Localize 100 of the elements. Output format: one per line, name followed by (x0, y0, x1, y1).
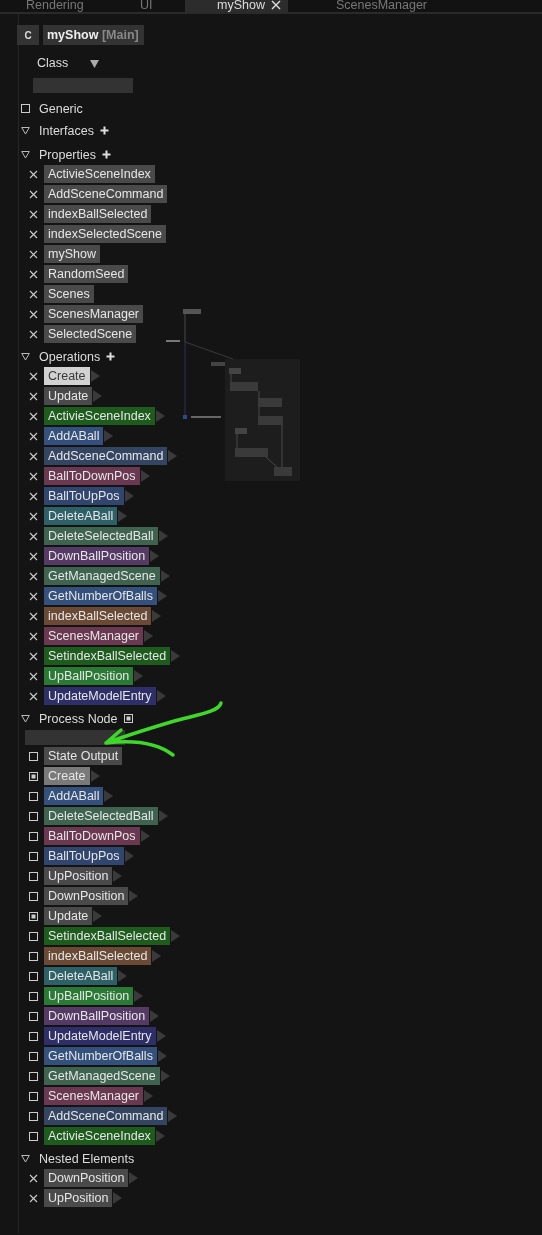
graph-node[interactable] (258, 398, 282, 407)
member-label[interactable]: AddSceneCommand (44, 185, 168, 203)
remove-icon[interactable] (29, 651, 38, 661)
checkbox[interactable] (29, 1011, 38, 1021)
member-label[interactable]: AddSceneCommand (44, 447, 168, 465)
checkbox[interactable] (29, 751, 38, 761)
graph-node[interactable] (183, 415, 187, 419)
member-label[interactable]: ActivieSceneIndex (44, 407, 155, 425)
member-label[interactable]: UpPosition (44, 867, 113, 885)
add-icon[interactable] (102, 150, 111, 159)
member-label[interactable]: SetindexBallSelected (44, 927, 171, 945)
member-label[interactable]: ScenesManager (44, 627, 144, 645)
checkbox[interactable] (29, 891, 38, 901)
member-label[interactable]: AddABall (44, 787, 104, 805)
collapse-triangle-icon[interactable] (21, 126, 30, 135)
member-label[interactable]: GetManagedScene (44, 1067, 160, 1085)
graph-node[interactable] (274, 467, 292, 476)
collapse-triangle-icon[interactable] (21, 714, 30, 723)
remove-icon[interactable] (29, 591, 38, 601)
member-label[interactable]: DownBallPosition (44, 1007, 150, 1025)
tab[interactable]: UI (140, 0, 153, 11)
remove-icon[interactable] (29, 611, 38, 621)
remove-icon[interactable] (29, 431, 38, 441)
remove-icon[interactable] (29, 289, 38, 299)
member-label[interactable]: indexBallSelected (44, 607, 152, 625)
add-icon[interactable] (99, 126, 109, 135)
member-label[interactable]: DeleteABall (44, 967, 118, 985)
member-label[interactable]: BallToUpPos (44, 487, 124, 505)
checkbox[interactable] (29, 991, 38, 1001)
member-label[interactable]: DeleteABall (44, 507, 118, 525)
graph-node[interactable] (258, 416, 283, 425)
member-label[interactable]: UpdateModelEntry (44, 1027, 156, 1045)
member-label[interactable]: SelectedScene (44, 325, 137, 343)
member-label[interactable]: ScenesManager (44, 1087, 144, 1105)
checkbox[interactable] (29, 791, 38, 801)
checkbox[interactable] (29, 871, 38, 881)
member-label[interactable]: DeleteSelectedBall (44, 807, 158, 825)
graph-node[interactable] (211, 362, 225, 366)
member-label[interactable]: AddSceneCommand (44, 1107, 168, 1125)
member-label[interactable]: myShow (44, 245, 100, 263)
remove-icon[interactable] (29, 671, 38, 681)
remove-icon[interactable] (29, 1173, 38, 1183)
tab[interactable]: Rendering (26, 0, 84, 11)
member-label[interactable]: BallToDownPos (44, 467, 140, 485)
tab[interactable]: ScenesManager (336, 0, 428, 11)
graph-node[interactable] (235, 448, 268, 457)
toggle-box-icon[interactable] (123, 714, 133, 723)
member-label[interactable]: Scenes (44, 285, 94, 303)
remove-icon[interactable] (29, 189, 38, 199)
member-label[interactable]: DownPosition (44, 887, 129, 905)
remove-icon[interactable] (29, 551, 38, 561)
member-label[interactable]: Update (44, 907, 93, 925)
remove-icon[interactable] (29, 209, 38, 219)
member-label[interactable]: Create (44, 367, 90, 385)
remove-icon[interactable] (29, 571, 38, 581)
checkbox[interactable] (29, 771, 38, 781)
remove-icon[interactable] (29, 491, 38, 501)
name-field[interactable] (33, 78, 133, 93)
remove-icon[interactable] (29, 451, 38, 461)
member-label[interactable]: Update (44, 387, 93, 405)
collapse-triangle-icon[interactable] (21, 1154, 30, 1163)
member-label[interactable]: ActivieSceneIndex (44, 1127, 155, 1145)
graph-node[interactable] (229, 368, 241, 374)
checkbox[interactable] (29, 831, 38, 841)
checkbox[interactable] (29, 1111, 38, 1121)
remove-icon[interactable] (29, 371, 38, 381)
member-label[interactable]: SetindexBallSelected (44, 647, 171, 665)
checkbox[interactable] (29, 1031, 38, 1041)
member-label[interactable]: UpdateModelEntry (44, 687, 156, 705)
checkbox[interactable] (29, 971, 38, 981)
checkbox[interactable] (29, 1131, 38, 1141)
remove-icon[interactable] (29, 471, 38, 481)
member-label[interactable]: DownBallPosition (44, 547, 150, 565)
checkbox[interactable] (29, 1051, 38, 1061)
remove-icon[interactable] (29, 229, 38, 239)
remove-icon[interactable] (29, 511, 38, 521)
remove-icon[interactable] (29, 391, 38, 401)
remove-icon[interactable] (29, 249, 38, 259)
member-label[interactable]: DownPosition (44, 1169, 129, 1187)
checkbox[interactable] (21, 104, 30, 113)
member-label[interactable]: UpPosition (44, 1189, 113, 1207)
member-label[interactable]: indexSelectedScene (44, 225, 166, 243)
member-label[interactable]: DeleteSelectedBall (44, 527, 158, 545)
checkbox[interactable] (29, 931, 38, 941)
remove-icon[interactable] (29, 631, 38, 641)
graph-node[interactable] (230, 382, 258, 391)
remove-icon[interactable] (29, 269, 38, 279)
member-label[interactable]: ScenesManager (44, 305, 144, 323)
close-icon[interactable] (270, 0, 281, 10)
collapse-triangle-icon[interactable] (21, 150, 30, 159)
checkbox[interactable] (29, 951, 38, 961)
member-label[interactable]: ActivieSceneIndex (44, 165, 155, 183)
member-label[interactable]: RandomSeed (44, 265, 129, 283)
remove-icon[interactable] (29, 531, 38, 541)
member-label[interactable]: AddABall (44, 427, 104, 445)
remove-icon[interactable] (29, 411, 38, 421)
add-icon[interactable] (106, 352, 116, 361)
member-label[interactable]: indexBallSelected (44, 205, 152, 223)
graph-node[interactable] (235, 428, 247, 434)
collapse-triangle-icon[interactable] (21, 352, 30, 361)
